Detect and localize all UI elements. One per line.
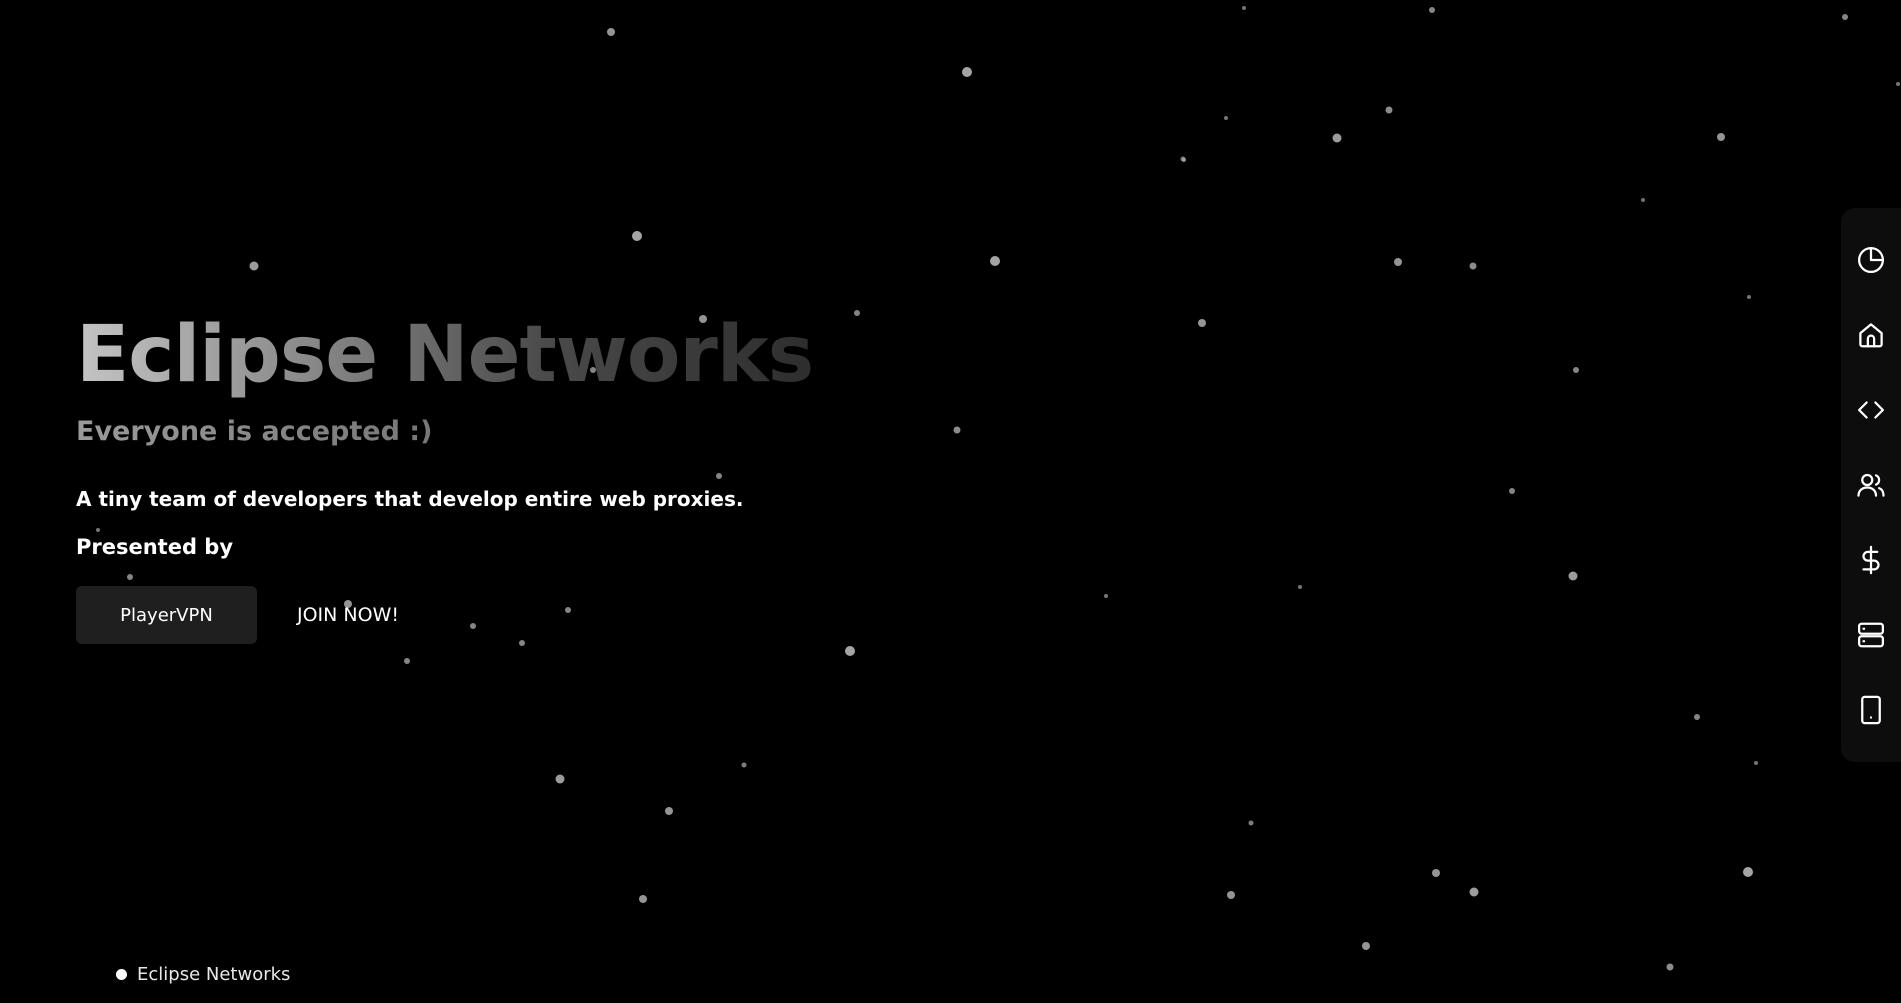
star	[845, 646, 855, 656]
star	[1641, 198, 1645, 202]
hero-description: A tiny team of developers that develop e…	[76, 487, 744, 511]
side-navigation	[1841, 208, 1901, 762]
star	[1362, 942, 1370, 950]
star	[1509, 488, 1515, 494]
star	[1180, 156, 1186, 162]
hero-actions: PlayerVPN JOIN NOW!	[76, 586, 836, 644]
nav-home-button[interactable]	[1849, 313, 1893, 357]
star	[639, 895, 647, 903]
star	[1754, 761, 1758, 765]
star	[1694, 714, 1700, 720]
home-icon	[1859, 322, 1883, 348]
code-icon	[1858, 401, 1884, 419]
playervpn-button[interactable]: PlayerVPN	[76, 586, 257, 644]
star	[1469, 887, 1479, 897]
footer-brand-label: Eclipse Networks	[137, 964, 291, 985]
join-now-button[interactable]: JOIN NOW!	[297, 586, 399, 644]
star	[1666, 963, 1674, 971]
star	[741, 762, 747, 768]
star	[632, 231, 642, 241]
star	[1242, 6, 1246, 10]
star	[665, 807, 673, 815]
star	[1568, 571, 1578, 581]
users-icon	[1857, 473, 1885, 497]
star	[1104, 594, 1108, 598]
star	[1747, 295, 1751, 299]
nav-stats-button[interactable]	[1849, 238, 1893, 282]
star	[1224, 116, 1228, 120]
nav-team-button[interactable]	[1849, 463, 1893, 507]
star	[1198, 319, 1206, 327]
star	[962, 67, 972, 77]
pie-chart-icon	[1858, 246, 1884, 273]
star	[1332, 133, 1342, 143]
star	[1429, 7, 1435, 13]
footer-brand: Eclipse Networks	[116, 964, 290, 985]
star	[1573, 367, 1579, 373]
star	[1743, 867, 1753, 877]
hero-subtitle: Everyone is accepted :)	[76, 414, 836, 450]
star	[953, 426, 961, 434]
star	[1432, 869, 1440, 877]
star	[1896, 82, 1900, 86]
nav-mobile-button[interactable]	[1849, 688, 1893, 732]
hero-section: Eclipse Networks Everyone is accepted :)…	[76, 300, 836, 644]
star	[1385, 106, 1393, 114]
hero-title: Eclipse Networks	[76, 300, 836, 410]
star	[607, 28, 615, 36]
star	[854, 310, 860, 316]
star	[1717, 133, 1725, 141]
nav-code-button[interactable]	[1849, 388, 1893, 432]
star	[1394, 258, 1402, 266]
star	[1248, 820, 1254, 826]
star	[1227, 891, 1235, 899]
nav-servers-button[interactable]	[1849, 613, 1893, 657]
tablet-icon	[1861, 696, 1881, 725]
star	[990, 256, 1000, 266]
dollar-icon	[1862, 545, 1880, 575]
status-dot	[116, 969, 127, 980]
nav-pricing-button[interactable]	[1849, 538, 1893, 582]
star	[404, 658, 410, 664]
presented-by-label: Presented by	[76, 535, 234, 559]
star	[1298, 585, 1302, 589]
star	[1842, 14, 1848, 20]
star	[249, 261, 259, 271]
star	[555, 774, 565, 784]
star	[1469, 262, 1477, 270]
page: Eclipse Networks Everyone is accepted :)…	[0, 0, 1901, 1003]
server-icon	[1858, 622, 1884, 648]
